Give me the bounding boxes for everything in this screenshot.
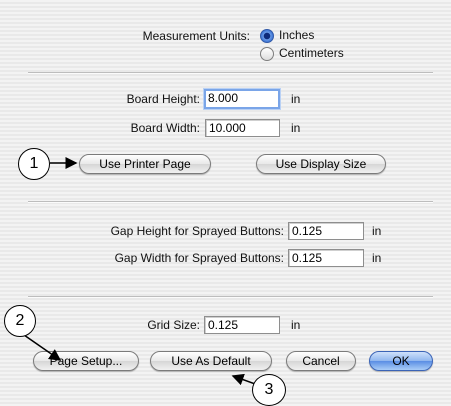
callout-2-circle: 2 <box>4 305 36 337</box>
callout-1-circle: 1 <box>18 148 50 180</box>
callout-2-arrow <box>23 334 62 361</box>
callout-arrows <box>23 157 259 386</box>
callout-3-circle: 3 <box>252 374 286 406</box>
